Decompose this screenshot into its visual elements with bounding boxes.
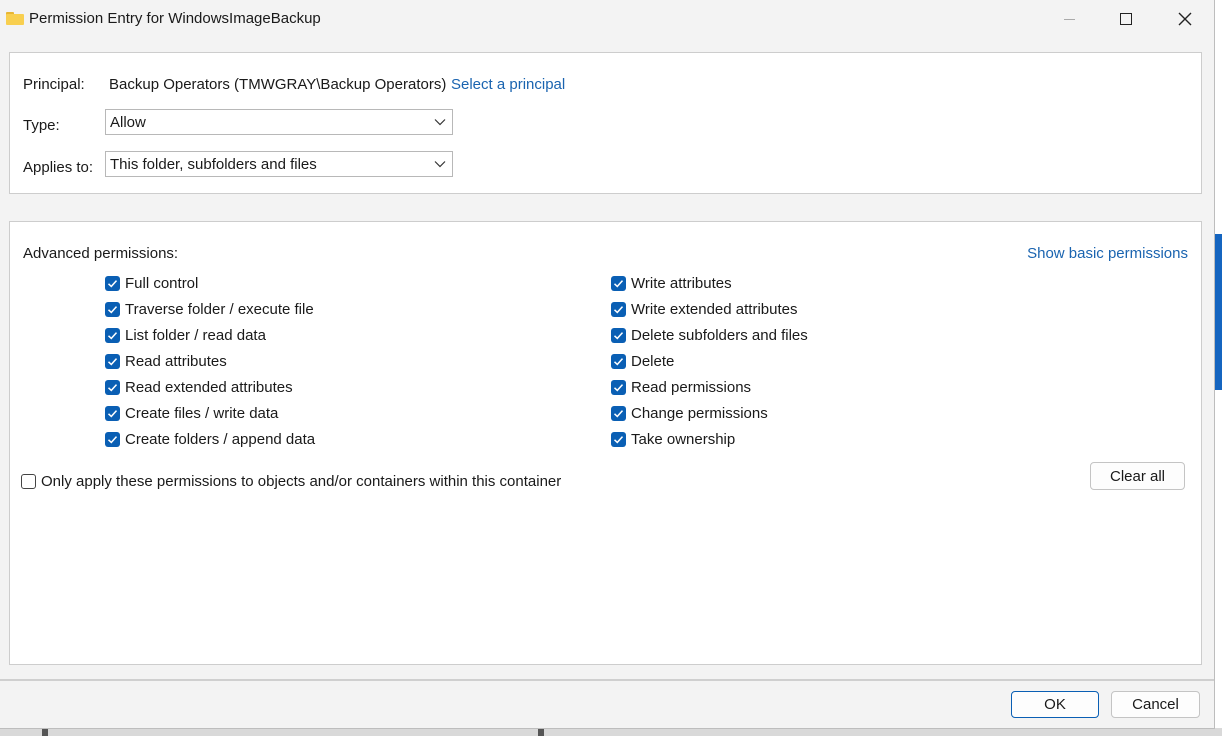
permission-label: Read extended attributes	[125, 378, 293, 396]
permission-read-extended-attributes[interactable]: Read extended attributes	[105, 377, 293, 397]
checkmark-icon	[107, 409, 118, 417]
permission-label: Delete subfolders and files	[631, 326, 808, 344]
checkbox-checked[interactable]	[105, 431, 120, 447]
checkmark-icon	[613, 409, 624, 417]
advanced-permissions-panel: Advanced permissions: Show basic permiss…	[9, 221, 1202, 665]
permission-delete-subfolders[interactable]: Delete subfolders and files	[611, 325, 808, 345]
checkbox-checked[interactable]	[611, 353, 626, 369]
permission-list-folder[interactable]: List folder / read data	[105, 325, 266, 345]
advanced-permissions-heading: Advanced permissions:	[23, 245, 179, 262]
permission-label: Traverse folder / execute file	[125, 300, 314, 318]
checkmark-icon	[107, 331, 118, 339]
permission-label: Write extended attributes	[631, 300, 798, 318]
checkbox-checked[interactable]	[105, 405, 120, 421]
permission-create-folders[interactable]: Create folders / append data	[105, 429, 315, 449]
title-bar[interactable]: Permission Entry for WindowsImageBackup	[0, 0, 1214, 38]
checkbox-unchecked[interactable]	[21, 473, 36, 489]
permission-label: Create files / write data	[125, 404, 279, 422]
permission-label: Write attributes	[631, 274, 732, 292]
close-icon	[1178, 12, 1192, 26]
permission-take-ownership[interactable]: Take ownership	[611, 429, 735, 449]
permission-label: Delete	[631, 352, 675, 370]
checkbox-checked[interactable]	[611, 275, 626, 291]
maximize-icon	[1120, 13, 1132, 25]
checkbox-checked[interactable]	[611, 405, 626, 421]
ok-button[interactable]: OK	[1011, 691, 1099, 718]
checkbox-checked[interactable]	[105, 327, 120, 343]
checkmark-icon	[107, 305, 118, 313]
permission-label: Change permissions	[631, 404, 768, 422]
principal-label: Principal:	[23, 76, 85, 93]
checkmark-icon	[613, 279, 624, 287]
permission-label: Create folders / append data	[125, 430, 316, 448]
only-apply-option[interactable]: Only apply these permissions to objects …	[21, 471, 561, 491]
folder-icon	[6, 12, 24, 25]
permission-write-extended-attributes[interactable]: Write extended attributes	[611, 299, 797, 319]
permission-delete[interactable]: Delete	[611, 351, 674, 371]
permission-label: Read permissions	[631, 378, 752, 396]
background-mark	[42, 728, 48, 736]
cancel-button[interactable]: Cancel	[1111, 691, 1200, 718]
close-button[interactable]	[1156, 0, 1214, 38]
principal-value: Backup Operators (TMWGRAY\Backup Operato…	[109, 76, 447, 93]
clear-all-button[interactable]: Clear all	[1090, 462, 1185, 490]
background-taskbar-edge	[0, 728, 1222, 736]
checkmark-icon	[613, 331, 624, 339]
type-label: Type:	[23, 117, 60, 134]
checkmark-icon	[107, 435, 118, 443]
checkmark-icon	[613, 383, 624, 391]
minimize-button[interactable]	[1040, 0, 1098, 38]
applies-to-select[interactable]: This folder, subfolders and files	[105, 151, 453, 177]
checkbox-checked[interactable]	[105, 275, 120, 291]
background-window-accent	[1215, 234, 1222, 390]
checkmark-icon	[107, 279, 118, 287]
permission-label: Read attributes	[125, 352, 227, 370]
chevron-down-icon	[434, 119, 446, 126]
permission-label: Full control	[125, 274, 199, 292]
principal-panel: Principal: Backup Operators (TMWGRAY\Bac…	[9, 52, 1202, 194]
chevron-down-icon	[434, 161, 446, 168]
checkmark-icon	[613, 305, 624, 313]
checkbox-checked[interactable]	[105, 301, 120, 317]
checkmark-icon	[613, 357, 624, 365]
select-principal-link[interactable]: Select a principal	[451, 76, 565, 93]
checkmark-icon	[107, 383, 118, 391]
show-basic-permissions-link[interactable]: Show basic permissions	[1027, 245, 1188, 262]
applies-to-select-value: This folder, subfolders and files	[110, 156, 317, 173]
checkbox-checked[interactable]	[611, 379, 626, 395]
type-select-value: Allow	[110, 114, 146, 131]
applies-to-label: Applies to:	[23, 159, 94, 176]
permission-full-control[interactable]: Full control	[105, 273, 198, 293]
permission-label: Take ownership	[631, 430, 736, 448]
checkbox-checked[interactable]	[105, 353, 120, 369]
type-select[interactable]: Allow	[105, 109, 453, 135]
permission-change-permissions[interactable]: Change permissions	[611, 403, 768, 423]
permission-read-attributes[interactable]: Read attributes	[105, 351, 227, 371]
background-mark	[538, 728, 544, 736]
permission-label: List folder / read data	[125, 326, 266, 344]
checkbox-checked[interactable]	[105, 379, 120, 395]
only-apply-label: Only apply these permissions to objects …	[41, 472, 562, 490]
permission-entry-dialog: Permission Entry for WindowsImageBackup …	[0, 0, 1215, 729]
checkmark-icon	[107, 357, 118, 365]
checkmark-icon	[613, 435, 624, 443]
permission-write-attributes[interactable]: Write attributes	[611, 273, 732, 293]
permission-read-permissions[interactable]: Read permissions	[611, 377, 751, 397]
minimize-icon	[1063, 18, 1075, 20]
window-title: Permission Entry for WindowsImageBackup	[29, 10, 321, 27]
permission-traverse-folder[interactable]: Traverse folder / execute file	[105, 299, 314, 319]
checkbox-checked[interactable]	[611, 301, 626, 317]
checkbox-checked[interactable]	[611, 327, 626, 343]
permission-create-files[interactable]: Create files / write data	[105, 403, 278, 423]
checkbox-checked[interactable]	[611, 431, 626, 447]
footer-divider	[0, 679, 1214, 681]
maximize-button[interactable]	[1097, 0, 1155, 38]
